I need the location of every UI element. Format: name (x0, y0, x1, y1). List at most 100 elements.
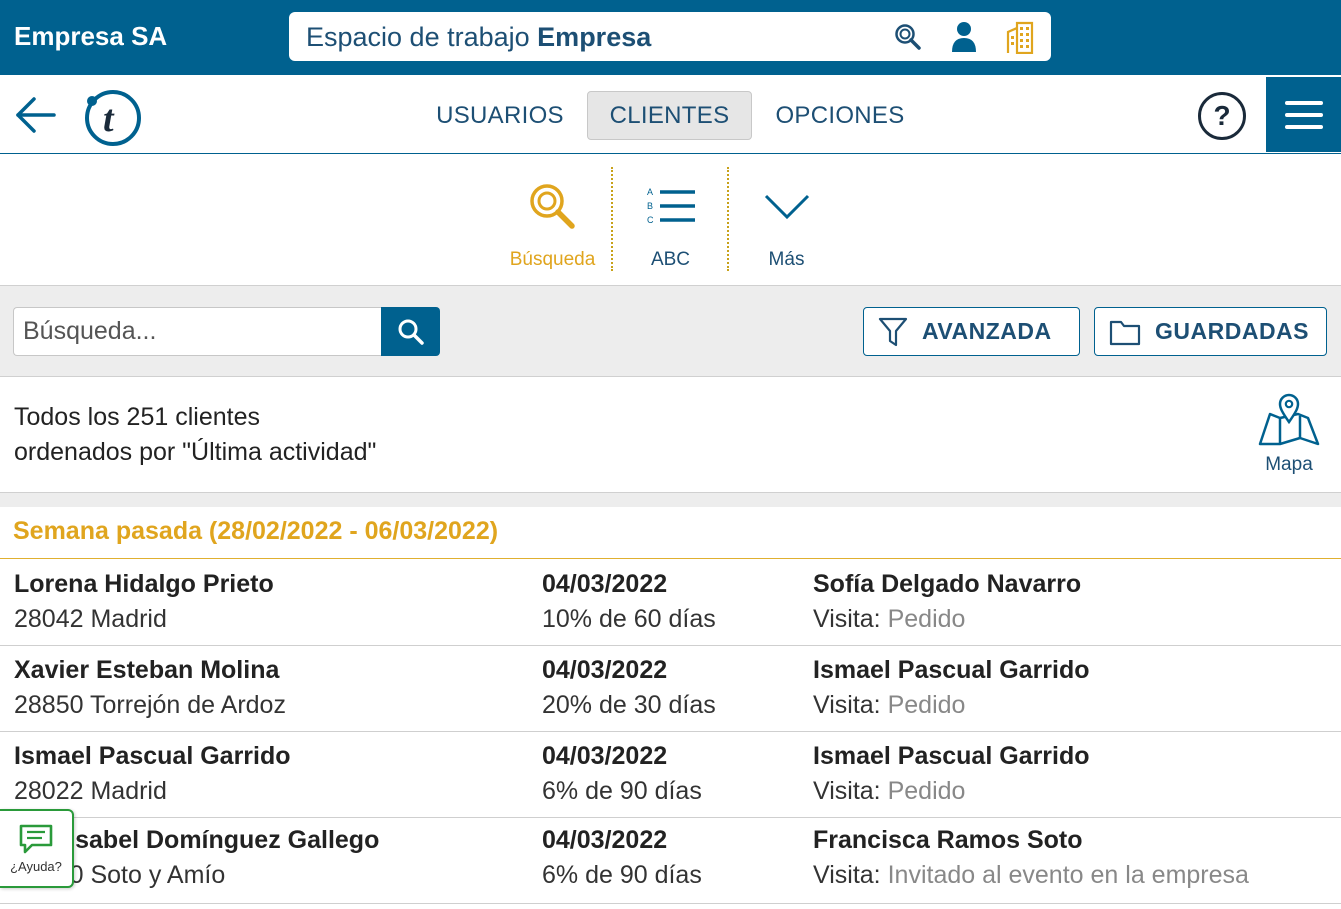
tool-busqueda[interactable]: Búsqueda (495, 167, 610, 271)
client-name: Lorena Hidalgo Prieto (14, 570, 274, 598)
activity-cell: 04/03/2022 20% de 30 días (542, 655, 716, 720)
results-summary: Todos los 251 clientes ordenados por "Úl… (0, 378, 1341, 493)
search-icon (398, 319, 424, 345)
client-row[interactable]: Xavier Esteban Molina 28850 Torrejón de … (0, 646, 1341, 732)
filter-icon (878, 316, 908, 348)
map-label: Mapa (1265, 454, 1313, 475)
visit-info: Visita: Pedido (813, 690, 1090, 720)
tool-mas[interactable]: Más (729, 167, 844, 271)
svg-text:A: A (647, 187, 653, 197)
visit-info: Visita: Pedido (813, 604, 1081, 634)
visit-value: Pedido (887, 691, 966, 719)
map-icon (1258, 393, 1320, 446)
activity-cell: 04/03/2022 10% de 60 días (542, 569, 716, 634)
agent-name: Ismael Pascual Garrido (813, 742, 1090, 770)
client-location: 28850 Torrejón de Ardoz (14, 691, 286, 719)
client-row[interactable]: Ana Isabel Domínguez Gallego 24120 Soto … (0, 818, 1341, 904)
section-header: Semana pasada (28/02/2022 - 06/03/2022) (0, 507, 1341, 559)
svg-text:B: B (647, 201, 653, 211)
client-location: 28022 Madrid (14, 777, 167, 805)
svg-text:t: t (103, 98, 115, 140)
tab-clientes[interactable]: CLIENTES (587, 91, 752, 140)
client-name: Ismael Pascual Garrido (14, 742, 291, 770)
agent-cell: Ismael Pascual Garrido Visita: Pedido (813, 655, 1090, 720)
activity-date: 04/03/2022 (542, 826, 668, 854)
activity-cell: 04/03/2022 6% de 90 días (542, 825, 702, 890)
activity-progress: 6% de 90 días (542, 777, 702, 805)
saved-searches-button[interactable]: GUARDADAS (1094, 307, 1327, 356)
agent-name: Sofía Delgado Navarro (813, 570, 1082, 598)
nav-bar: t USUARIOS CLIENTES OPCIONES ? (0, 75, 1341, 154)
activity-progress: 20% de 30 días (542, 691, 716, 719)
search-bar: AVANZADA GUARDADAS (0, 286, 1341, 377)
building-icon[interactable] (1004, 21, 1036, 54)
client-row[interactable]: Ismael Pascual Garrido 28022 Madrid 04/0… (0, 732, 1341, 818)
advanced-search-label: AVANZADA (922, 318, 1052, 344)
activity-cell: 04/03/2022 6% de 90 días (542, 741, 702, 806)
visit-label: Visita: (813, 605, 881, 633)
client-name: Xavier Esteban Molina (14, 656, 280, 684)
tool-label: Búsqueda (509, 249, 596, 270)
menu-bar (1284, 100, 1323, 105)
user-icon[interactable] (948, 21, 980, 53)
activity-date: 04/03/2022 (542, 742, 668, 770)
visit-value: Pedido (887, 605, 966, 633)
agent-name: Ismael Pascual Garrido (813, 656, 1090, 684)
activity-progress: 10% de 60 días (542, 605, 716, 633)
activity-progress: 6% de 90 días (542, 861, 702, 889)
tool-abc[interactable]: A B C ABC (613, 167, 728, 271)
visit-value: Pedido (887, 777, 966, 805)
brand-name: Empresa SA (14, 21, 168, 51)
visit-label: Visita: (813, 861, 881, 889)
agent-cell: Ismael Pascual Garrido Visita: Pedido (813, 741, 1090, 806)
client-cell: Lorena Hidalgo Prieto 28042 Madrid (14, 569, 274, 634)
activity-date: 04/03/2022 (542, 570, 668, 598)
section-title: Semana pasada (28/02/2022 - 06/03/2022) (13, 517, 499, 545)
search-icon[interactable] (892, 21, 924, 53)
view-toolbar: Búsqueda A B C ABC Más (0, 155, 1341, 286)
help-chat-label: ¿Ayuda? (10, 859, 62, 874)
visit-label: Visita: (813, 691, 881, 719)
map-button[interactable]: Mapa (1254, 392, 1324, 482)
tool-label: Más (768, 249, 805, 270)
visit-info: Visita: Invitado al evento en la empresa (813, 860, 1249, 890)
client-cell: Xavier Esteban Molina 28850 Torrejón de … (14, 655, 286, 720)
divider (0, 493, 1341, 507)
search-input[interactable] (13, 307, 382, 356)
search-icon (528, 179, 578, 235)
agent-cell: Sofía Delgado Navarro Visita: Pedido (813, 569, 1081, 634)
workspace-name: Empresa (537, 22, 652, 52)
hamburger-menu-button[interactable] (1266, 77, 1341, 152)
tool-label: ABC (650, 249, 691, 270)
agent-name: Francisca Ramos Soto (813, 826, 1083, 854)
help-button[interactable]: ? (1198, 92, 1246, 140)
workspace-selector[interactable]: Espacio de trabajo Empresa (289, 12, 1051, 61)
help-chat-widget[interactable]: ¿Ayuda? (0, 809, 74, 888)
agent-cell: Francisca Ramos Soto Visita: Invitado al… (813, 825, 1249, 890)
saved-searches-label: GUARDADAS (1155, 318, 1309, 344)
client-cell: Ismael Pascual Garrido 28022 Madrid (14, 741, 291, 806)
svg-text:C: C (647, 215, 654, 225)
activity-date: 04/03/2022 (542, 656, 668, 684)
visit-label: Visita: (813, 777, 881, 805)
top-bar: Empresa SA Espacio de trabajo Empresa (0, 0, 1341, 75)
client-row[interactable]: Lorena Hidalgo Prieto 28042 Madrid 04/03… (0, 560, 1341, 646)
tab-usuarios[interactable]: USUARIOS (428, 91, 572, 140)
results-sort: ordenados por "Última actividad" (14, 438, 377, 466)
advanced-search-button[interactable]: AVANZADA (863, 307, 1080, 356)
menu-bar (1284, 112, 1323, 117)
workspace-prefix: Espacio de trabajo (306, 22, 530, 52)
chat-icon (19, 824, 53, 854)
workspace-title: Espacio de trabajo Empresa (306, 22, 651, 53)
menu-bar (1284, 124, 1323, 129)
app-logo[interactable]: t (83, 87, 143, 147)
visit-value: Invitado al evento en la empresa (887, 861, 1249, 889)
search-button[interactable] (381, 307, 440, 356)
results-count: Todos los 251 clientes (14, 403, 260, 431)
back-arrow-icon[interactable] (14, 95, 58, 135)
folder-icon (1109, 318, 1141, 346)
visit-info: Visita: Pedido (813, 776, 1090, 806)
tab-opciones[interactable]: OPCIONES (768, 91, 912, 140)
client-location: 28042 Madrid (14, 605, 167, 633)
chevron-down-icon (763, 179, 811, 235)
